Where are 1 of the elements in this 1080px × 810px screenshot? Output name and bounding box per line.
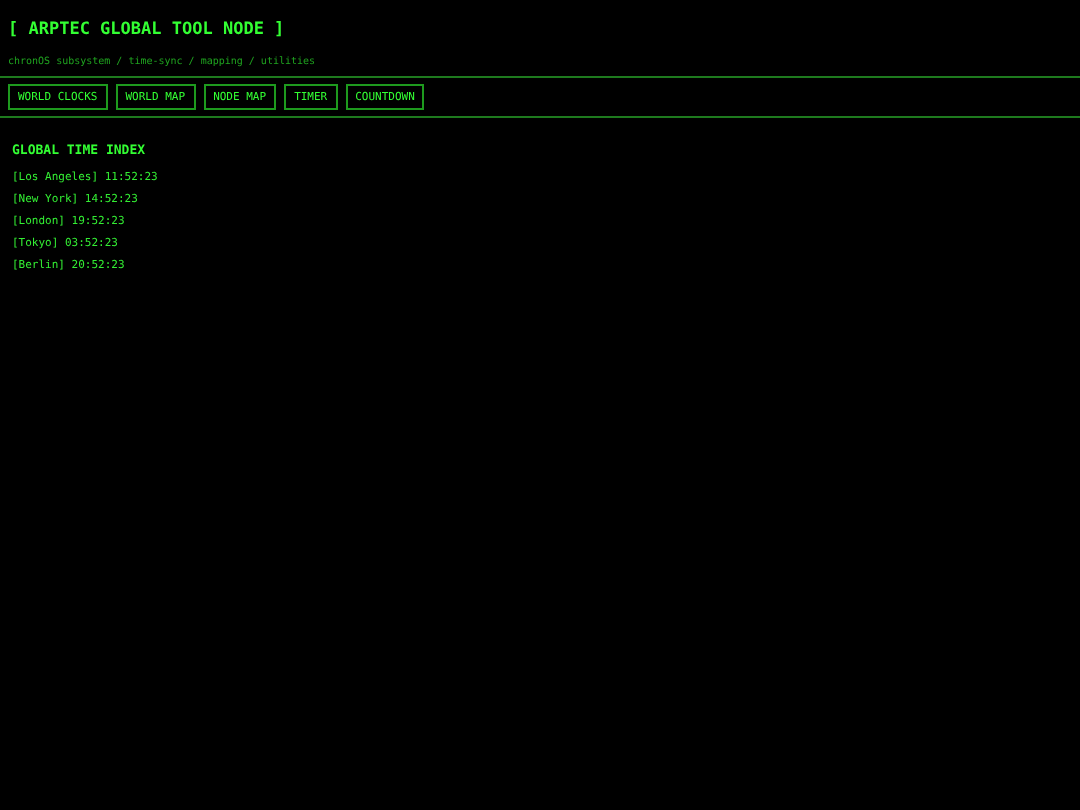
- app-title: [ ARPTEC GLOBAL TOOL NODE ]: [8, 20, 287, 40]
